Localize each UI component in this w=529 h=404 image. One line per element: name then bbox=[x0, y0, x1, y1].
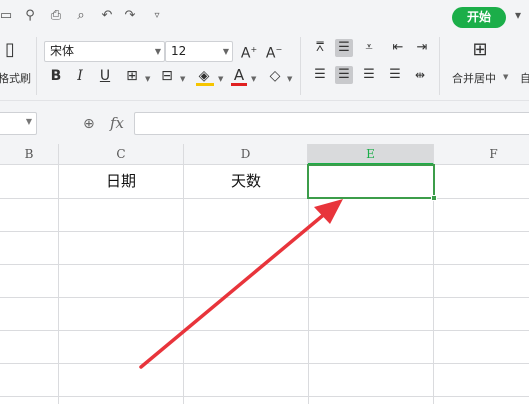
annotation-arrow-shaft bbox=[139, 210, 329, 369]
annotation-arrow bbox=[139, 199, 343, 369]
spreadsheet-window: ▭ ⚲ ⎙ ⌕ ↶ ↷ ▿ 开始 ▾ ▯ 格式刷 宋体 ▼ 12 ▼ A+ A−… bbox=[0, 0, 529, 404]
